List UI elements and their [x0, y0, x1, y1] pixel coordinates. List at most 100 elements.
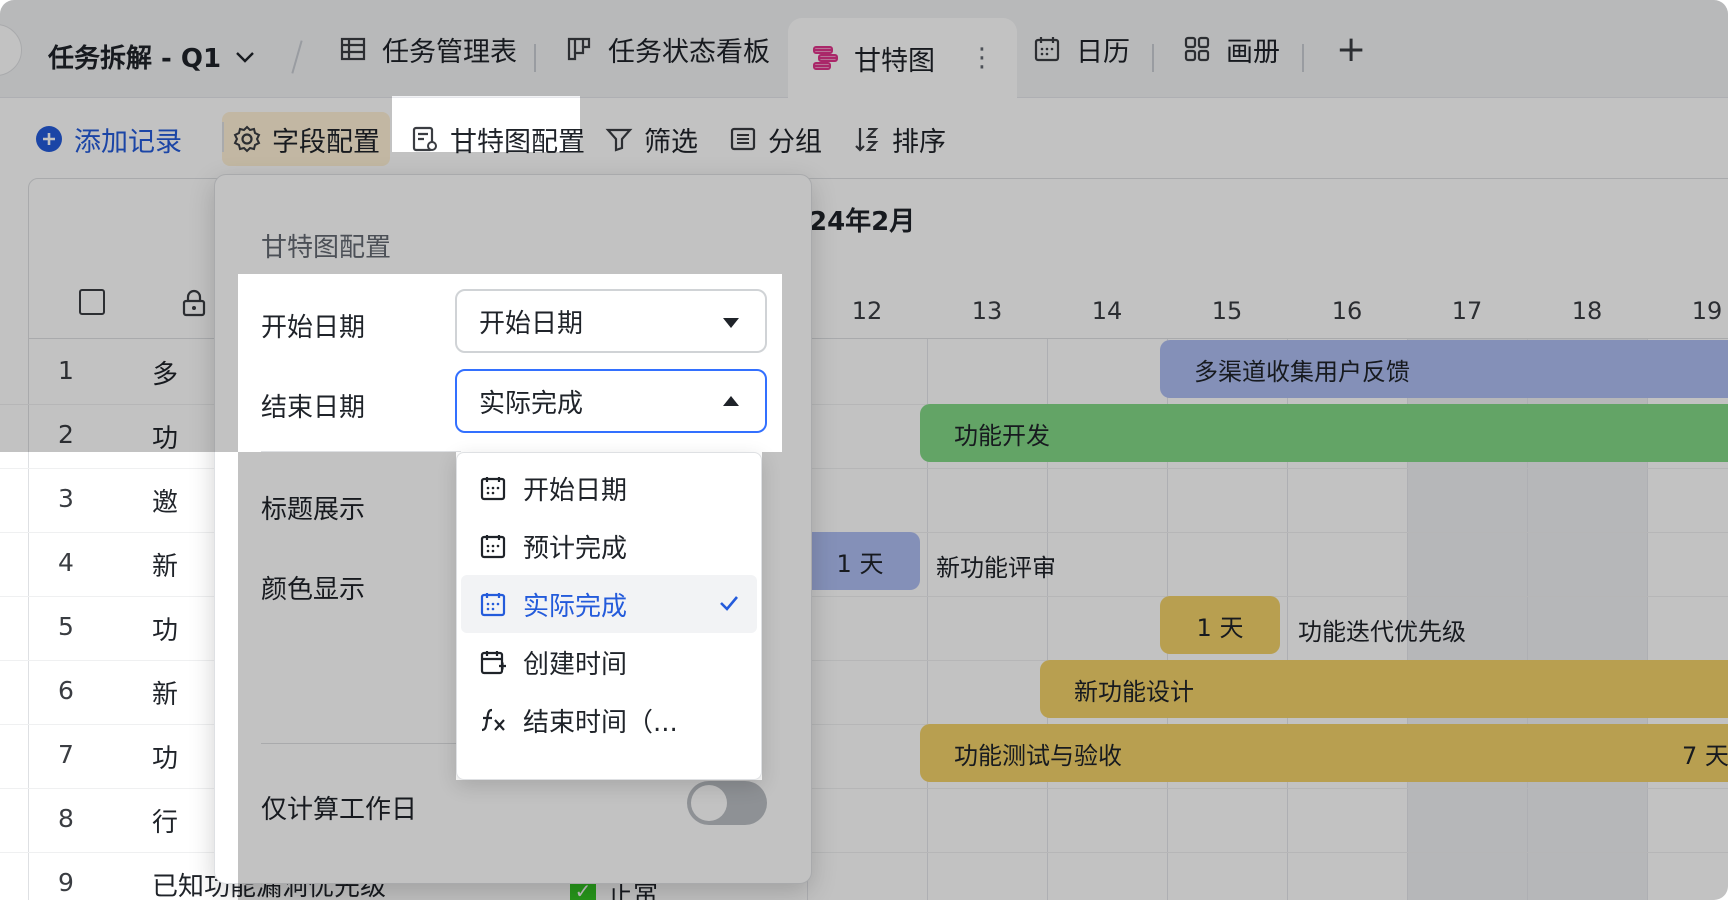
end-date-select[interactable]: 实际完成 — [455, 369, 767, 433]
start-date-select[interactable]: 开始日期 — [455, 289, 767, 353]
row-task-name[interactable]: 功 — [152, 738, 178, 775]
kanban-icon — [567, 37, 591, 61]
start-date-value: 开始日期 — [479, 308, 584, 339]
table-title-dropdown[interactable]: 任务拆解 - Q1 — [48, 38, 257, 75]
bar-label: 多渠道收集用户反馈 — [1194, 357, 1410, 386]
toolbar-divider — [222, 122, 224, 152]
screenshot-frame: 任务拆解 - Q1 任务管理表 任务状态看板 甘特图 ⋮ 日历 画册 + 添加记… — [0, 0, 1728, 900]
row-task-name[interactable]: 功 — [152, 418, 178, 455]
table-icon — [340, 37, 366, 61]
option-planned-finish[interactable]: 预计完成 — [461, 517, 757, 575]
option-end-time-formula[interactable]: 结束时间（... — [461, 691, 757, 749]
day-label: 18 — [1571, 297, 1603, 325]
row-task-name[interactable]: 多 — [152, 354, 178, 391]
caret-up-icon — [723, 396, 739, 406]
sort-label: 排序 — [892, 126, 946, 158]
date-field-icon — [480, 477, 506, 501]
calendar-icon — [1034, 37, 1060, 62]
option-start-date[interactable]: 开始日期 — [461, 459, 757, 517]
option-actual-finish[interactable]: 实际完成 — [461, 575, 757, 633]
tab-label: 日历 — [1076, 36, 1130, 68]
table-title: 任务拆解 - Q1 — [48, 44, 222, 74]
gantt-bar[interactable]: 新功能设计 — [1040, 660, 1728, 718]
start-date-label: 开始日期 — [261, 313, 366, 343]
row-task-name[interactable]: 新 — [152, 546, 178, 583]
more-options-icon[interactable]: ⋮ — [969, 43, 995, 73]
option-created-time[interactable]: 创建时间 — [461, 633, 757, 691]
tab-gallery[interactable]: 画册 — [1182, 0, 1280, 98]
row-task-name[interactable]: 功 — [152, 610, 178, 647]
add-record-label: 添加记录 — [74, 126, 182, 158]
day-label: 15 — [1211, 297, 1243, 325]
day-label: 13 — [971, 297, 1003, 325]
view-toolbar: 添加记录 字段配置 甘特图配置 筛选 分组 排序 — [0, 98, 1728, 180]
field-config-button[interactable]: 字段配置 — [222, 112, 390, 166]
panel-divider — [261, 743, 461, 744]
tab-label: 任务管理表 — [382, 36, 517, 68]
filter-icon — [605, 128, 633, 152]
day-label: 16 — [1331, 297, 1363, 325]
plus-circle-icon — [36, 126, 62, 152]
row-number: 1 — [58, 356, 74, 385]
row-number: 9 — [58, 868, 74, 897]
gantt-bar[interactable]: 多渠道收集用户反馈 — [1160, 340, 1728, 398]
sort-icon — [855, 128, 879, 152]
sort-button[interactable]: 排序 — [842, 112, 956, 166]
tab-task-table[interactable]: 任务管理表 — [338, 0, 517, 98]
caret-down-icon — [723, 318, 739, 328]
color-display-label: 颜色显示 — [261, 575, 366, 605]
row-number: 5 — [58, 612, 74, 641]
gantt-config-button[interactable]: 甘特图配置 — [400, 112, 595, 166]
bar-label: 新功能设计 — [1074, 677, 1194, 706]
end-date-dropdown: 开始日期 预计完成 实际完成 创建时间 结束时间（... — [456, 452, 762, 780]
option-label: 预计完成 — [523, 533, 628, 564]
row-task-name[interactable]: 新 — [152, 674, 178, 711]
row-number: 4 — [58, 548, 74, 577]
day-label: 14 — [1091, 297, 1123, 325]
workdays-only-toggle[interactable] — [687, 781, 767, 825]
tab-separator — [534, 44, 536, 72]
gantt-bar[interactable]: 1 天 — [1160, 596, 1280, 654]
group-button[interactable]: 分组 — [718, 112, 832, 166]
tab-calendar[interactable]: 日历 — [1032, 0, 1130, 98]
option-label: 实际完成 — [523, 591, 628, 622]
gantt-bar[interactable]: 功能测试与验收 7 天 — [920, 724, 1728, 782]
bar-duration: 7 天 — [1682, 741, 1728, 770]
gear-icon — [233, 125, 261, 153]
tab-label: 画册 — [1226, 36, 1280, 68]
row-number: 7 — [58, 740, 74, 769]
row-number: 8 — [58, 804, 74, 833]
bar-title: 功能迭代优先级 — [1298, 618, 1466, 646]
row-task-name[interactable]: 邀 — [152, 482, 178, 519]
tab-separator — [1302, 44, 1304, 72]
gantt-bar[interactable]: 1 天 — [800, 532, 920, 590]
tab-kanban[interactable]: 任务状态看板 — [564, 0, 770, 98]
formula-icon — [481, 708, 505, 732]
bar-label: 功能开发 — [954, 421, 1050, 450]
row-task-name[interactable]: 行 — [152, 802, 178, 839]
month-label: 24年2月 — [809, 207, 916, 237]
bar-label: 功能测试与验收 — [954, 741, 1122, 770]
toggle-knob — [691, 785, 727, 821]
add-record-button[interactable]: 添加记录 — [24, 112, 192, 166]
day-label: 17 — [1451, 297, 1483, 325]
day-label: 12 — [851, 297, 883, 325]
row-number: 3 — [58, 484, 74, 513]
filter-button[interactable]: 筛选 — [594, 112, 708, 166]
tab-label: 任务状态看板 — [608, 36, 770, 68]
gantt-icon — [813, 46, 838, 70]
add-view-button[interactable]: + — [1336, 0, 1366, 98]
lock-icon — [182, 289, 206, 317]
date-field-icon — [480, 593, 506, 617]
tab-separator — [1152, 44, 1154, 72]
chevron-down-icon — [236, 51, 254, 63]
gantt-bar[interactable]: 功能开发 — [920, 404, 1728, 462]
sidebar-toggle-button[interactable] — [0, 24, 22, 76]
day-label: 19 — [1691, 297, 1723, 325]
created-time-icon — [480, 651, 506, 675]
bar-label: 1 天 — [1196, 613, 1244, 642]
panel-title: 甘特图配置 — [261, 233, 392, 263]
tab-gantt[interactable]: 甘特图 ⋮ — [788, 18, 1017, 98]
select-all-checkbox[interactable] — [79, 289, 105, 315]
bar-title: 新功能评审 — [936, 554, 1056, 582]
